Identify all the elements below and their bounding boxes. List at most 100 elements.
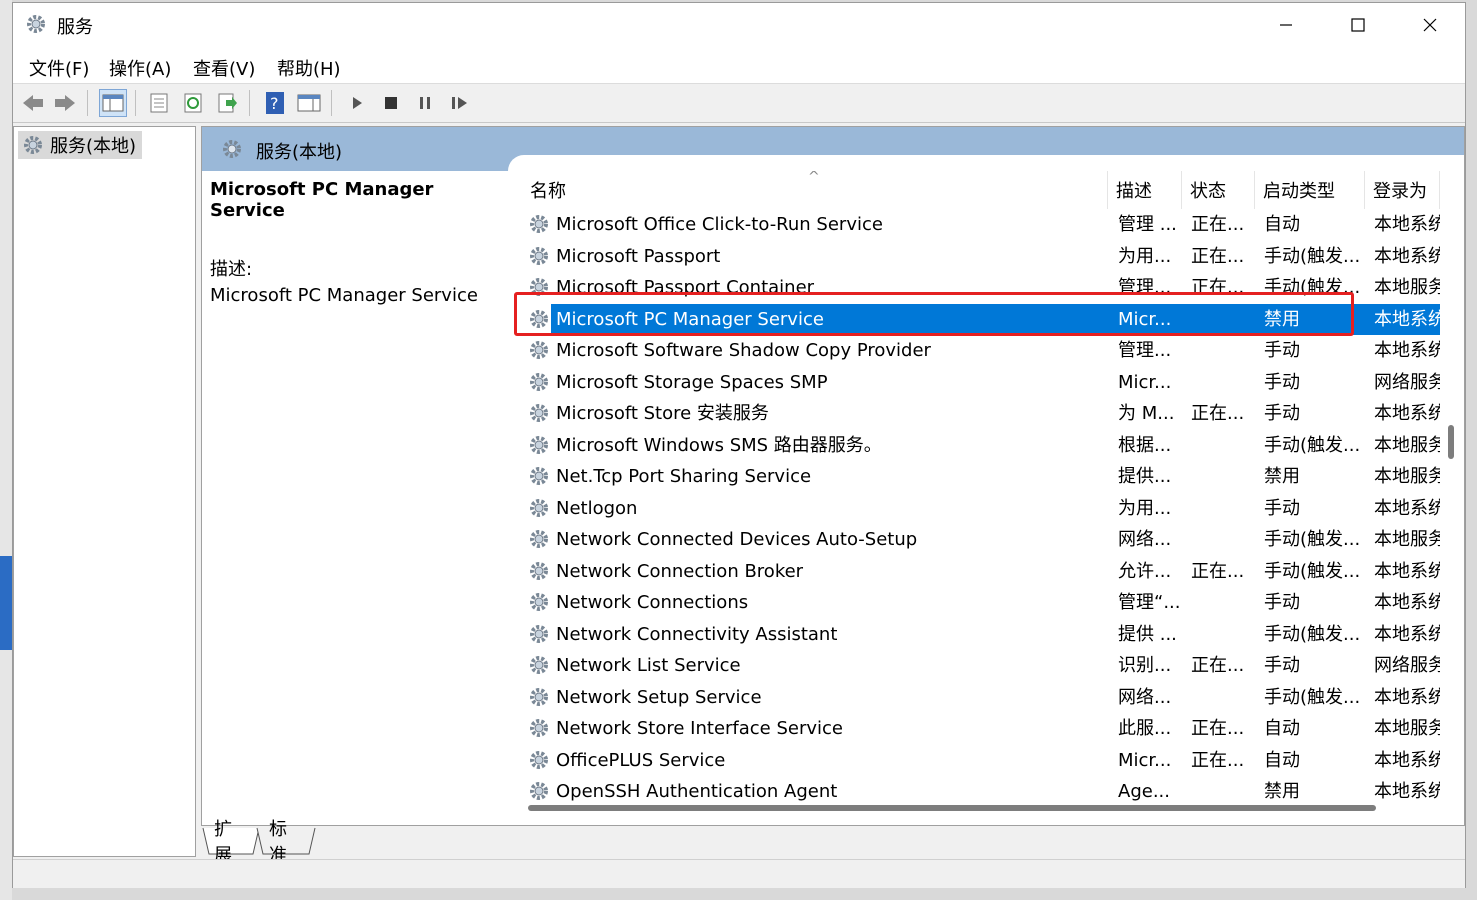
service-startup-type: 手动	[1264, 655, 1300, 676]
help-button[interactable]: ?	[261, 89, 289, 117]
status-bar	[13, 859, 1465, 888]
play-icon	[353, 97, 362, 109]
sort-ascending-icon: ^	[808, 171, 820, 185]
table-row[interactable]: Network Connection Broker 允许... 正在... 手动(触发…	[522, 556, 1440, 587]
export-icon	[218, 93, 237, 113]
column-header-label: 登录为	[1373, 181, 1427, 202]
service-startup-type: 手动(触发...	[1264, 245, 1361, 267]
service-name: OfficePLUS Service	[556, 749, 726, 771]
table-row[interactable]: Microsoft Storage Spaces SMP Micr... 手动 网络服…	[522, 367, 1440, 398]
close-icon	[1423, 18, 1437, 32]
service-status: 正在...	[1191, 245, 1245, 267]
service-startup-type: 手动	[1264, 340, 1300, 361]
service-gear-icon	[528, 717, 550, 744]
pause-service-button[interactable]	[411, 89, 439, 117]
service-name: Net.Tcp Port Sharing Service	[556, 466, 812, 487]
table-row[interactable]: Network Setup Service 网络... 手动(触发... 本地系统	[522, 682, 1440, 713]
service-description: 管理 ...	[1118, 214, 1177, 235]
table-row[interactable]: Network List Service 识别... 正在... 手动 网络服务	[522, 650, 1440, 681]
stop-service-button[interactable]	[377, 89, 405, 117]
back-button[interactable]	[19, 89, 47, 117]
services-pane: 服务(本地) Microsoft PC Manager Service 描述: …	[201, 126, 1465, 826]
service-gear-icon	[528, 686, 550, 713]
service-startup-type: 禁用	[1264, 781, 1300, 801]
properties-icon	[150, 93, 168, 113]
tab-standard[interactable]: 标准	[269, 819, 287, 866]
tree-item-services-local[interactable]: 服务(本地)	[18, 131, 143, 159]
action-pane-icon	[297, 94, 321, 112]
service-startup-type: 手动(触发...	[1264, 529, 1361, 550]
table-row[interactable]: Microsoft Office Click-to-Run Service 管理 …	[522, 209, 1440, 240]
service-startup-type: 手动	[1264, 403, 1300, 424]
table-row[interactable]: Microsoft Passport 为用... 正在... 手动(触发... 本地系统	[522, 241, 1440, 272]
service-description: 提供 ...	[1118, 623, 1177, 645]
menu-bar: 文件(F) 操作(A) 查看(V) 帮助(H)	[13, 47, 1465, 84]
service-status	[1191, 682, 1253, 713]
service-description: Micr...	[1118, 371, 1172, 393]
properties-button[interactable]	[145, 89, 173, 117]
table-row[interactable]: OpenSSH Authentication Agent Age... 禁用 本地系统	[522, 776, 1440, 801]
service-status: 正在...	[1191, 718, 1245, 739]
show-hide-console-tree-button[interactable]	[99, 89, 127, 117]
table-row[interactable]: Network Connected Devices Auto-Setup 网络..…	[522, 524, 1440, 555]
restart-service-button[interactable]	[445, 89, 473, 117]
service-startup-type: 自动	[1264, 718, 1300, 739]
service-description: 管理“...	[1118, 592, 1180, 613]
service-status: 正在...	[1191, 214, 1245, 235]
help-icon: ?	[266, 92, 284, 114]
table-row[interactable]: Network Store Interface Service 此服... 正在..…	[522, 713, 1440, 744]
show-action-pane-button[interactable]	[295, 89, 323, 117]
table-row[interactable]: Net.Tcp Port Sharing Service 提供... 禁用 本地服务	[522, 461, 1440, 492]
horizontal-scrollbar[interactable]	[528, 803, 1384, 813]
svg-text:?: ?	[270, 94, 279, 113]
description-label: 描述:	[210, 259, 253, 280]
column-header-name[interactable]: 名称 ^	[522, 171, 1108, 209]
service-name: Network Connectivity Assistant	[556, 623, 838, 645]
tree-item-label: 服务(本地)	[50, 136, 137, 157]
table-row[interactable]: Network Connections 管理“... 手动 本地系统	[522, 587, 1440, 618]
maximize-button[interactable]	[1323, 3, 1393, 47]
service-log-on-as: 本地系统	[1374, 749, 1440, 771]
start-service-button[interactable]	[343, 89, 371, 117]
service-log-on-as: 本地服务	[1374, 718, 1440, 739]
service-name: Microsoft Software Shadow Copy Provider	[556, 340, 931, 361]
service-description: 为 M...	[1118, 403, 1175, 424]
minimize-icon	[1280, 24, 1292, 26]
toolbar-separator	[331, 90, 332, 116]
column-header-startup-type[interactable]: 启动类型	[1255, 171, 1365, 209]
export-list-button[interactable]	[213, 89, 241, 117]
restart-icon	[452, 97, 467, 109]
background-accent	[0, 556, 12, 650]
scrollbar-thumb[interactable]	[528, 805, 1376, 811]
column-header-log-on-as[interactable]: 登录为	[1365, 171, 1440, 209]
close-button[interactable]	[1395, 3, 1465, 47]
menu-file[interactable]: 文件(F)	[25, 53, 93, 83]
table-row[interactable]: Microsoft Software Shadow Copy Provider 管…	[522, 335, 1440, 366]
vertical-scrollbar[interactable]	[1448, 425, 1454, 459]
back-arrow-icon	[23, 95, 43, 111]
column-header-status[interactable]: 状态	[1182, 171, 1255, 209]
refresh-button[interactable]	[179, 89, 207, 117]
forward-arrow-icon	[55, 95, 75, 111]
title-bar[interactable]: 服务	[13, 3, 1465, 47]
table-row[interactable]: OfficePLUS Service Micr... 正在... 自动 本地系统	[522, 745, 1440, 776]
tab-extended[interactable]: 扩展	[214, 819, 232, 866]
forward-button[interactable]	[51, 89, 79, 117]
table-row[interactable]: Microsoft Windows SMS 路由器服务。 根据... 手动(触发..…	[522, 430, 1440, 461]
menu-action[interactable]: 操作(A)	[105, 53, 175, 83]
column-header-description[interactable]: 描述	[1108, 171, 1182, 209]
service-name: Microsoft Passport	[556, 245, 721, 267]
service-startup-type: 手动	[1264, 371, 1300, 393]
service-name: Network Setup Service	[556, 686, 762, 708]
table-row[interactable]: Microsoft Store 安装服务 为 M... 正在... 手动 本地系统	[522, 398, 1440, 429]
service-description: 允许...	[1118, 560, 1172, 582]
menu-help[interactable]: 帮助(H)	[273, 53, 345, 83]
service-description: 根据...	[1118, 434, 1172, 456]
menu-view[interactable]: 查看(V)	[189, 53, 259, 83]
service-name: Network Store Interface Service	[556, 718, 844, 739]
minimize-button[interactable]	[1251, 3, 1321, 47]
table-row[interactable]: Network Connectivity Assistant 提供 ... 手动(触…	[522, 619, 1440, 650]
table-row[interactable]: Netlogon 为用... 手动 本地系统	[522, 493, 1440, 524]
service-log-on-as: 网络服务	[1374, 371, 1440, 393]
service-startup-type: 自动	[1264, 749, 1300, 771]
